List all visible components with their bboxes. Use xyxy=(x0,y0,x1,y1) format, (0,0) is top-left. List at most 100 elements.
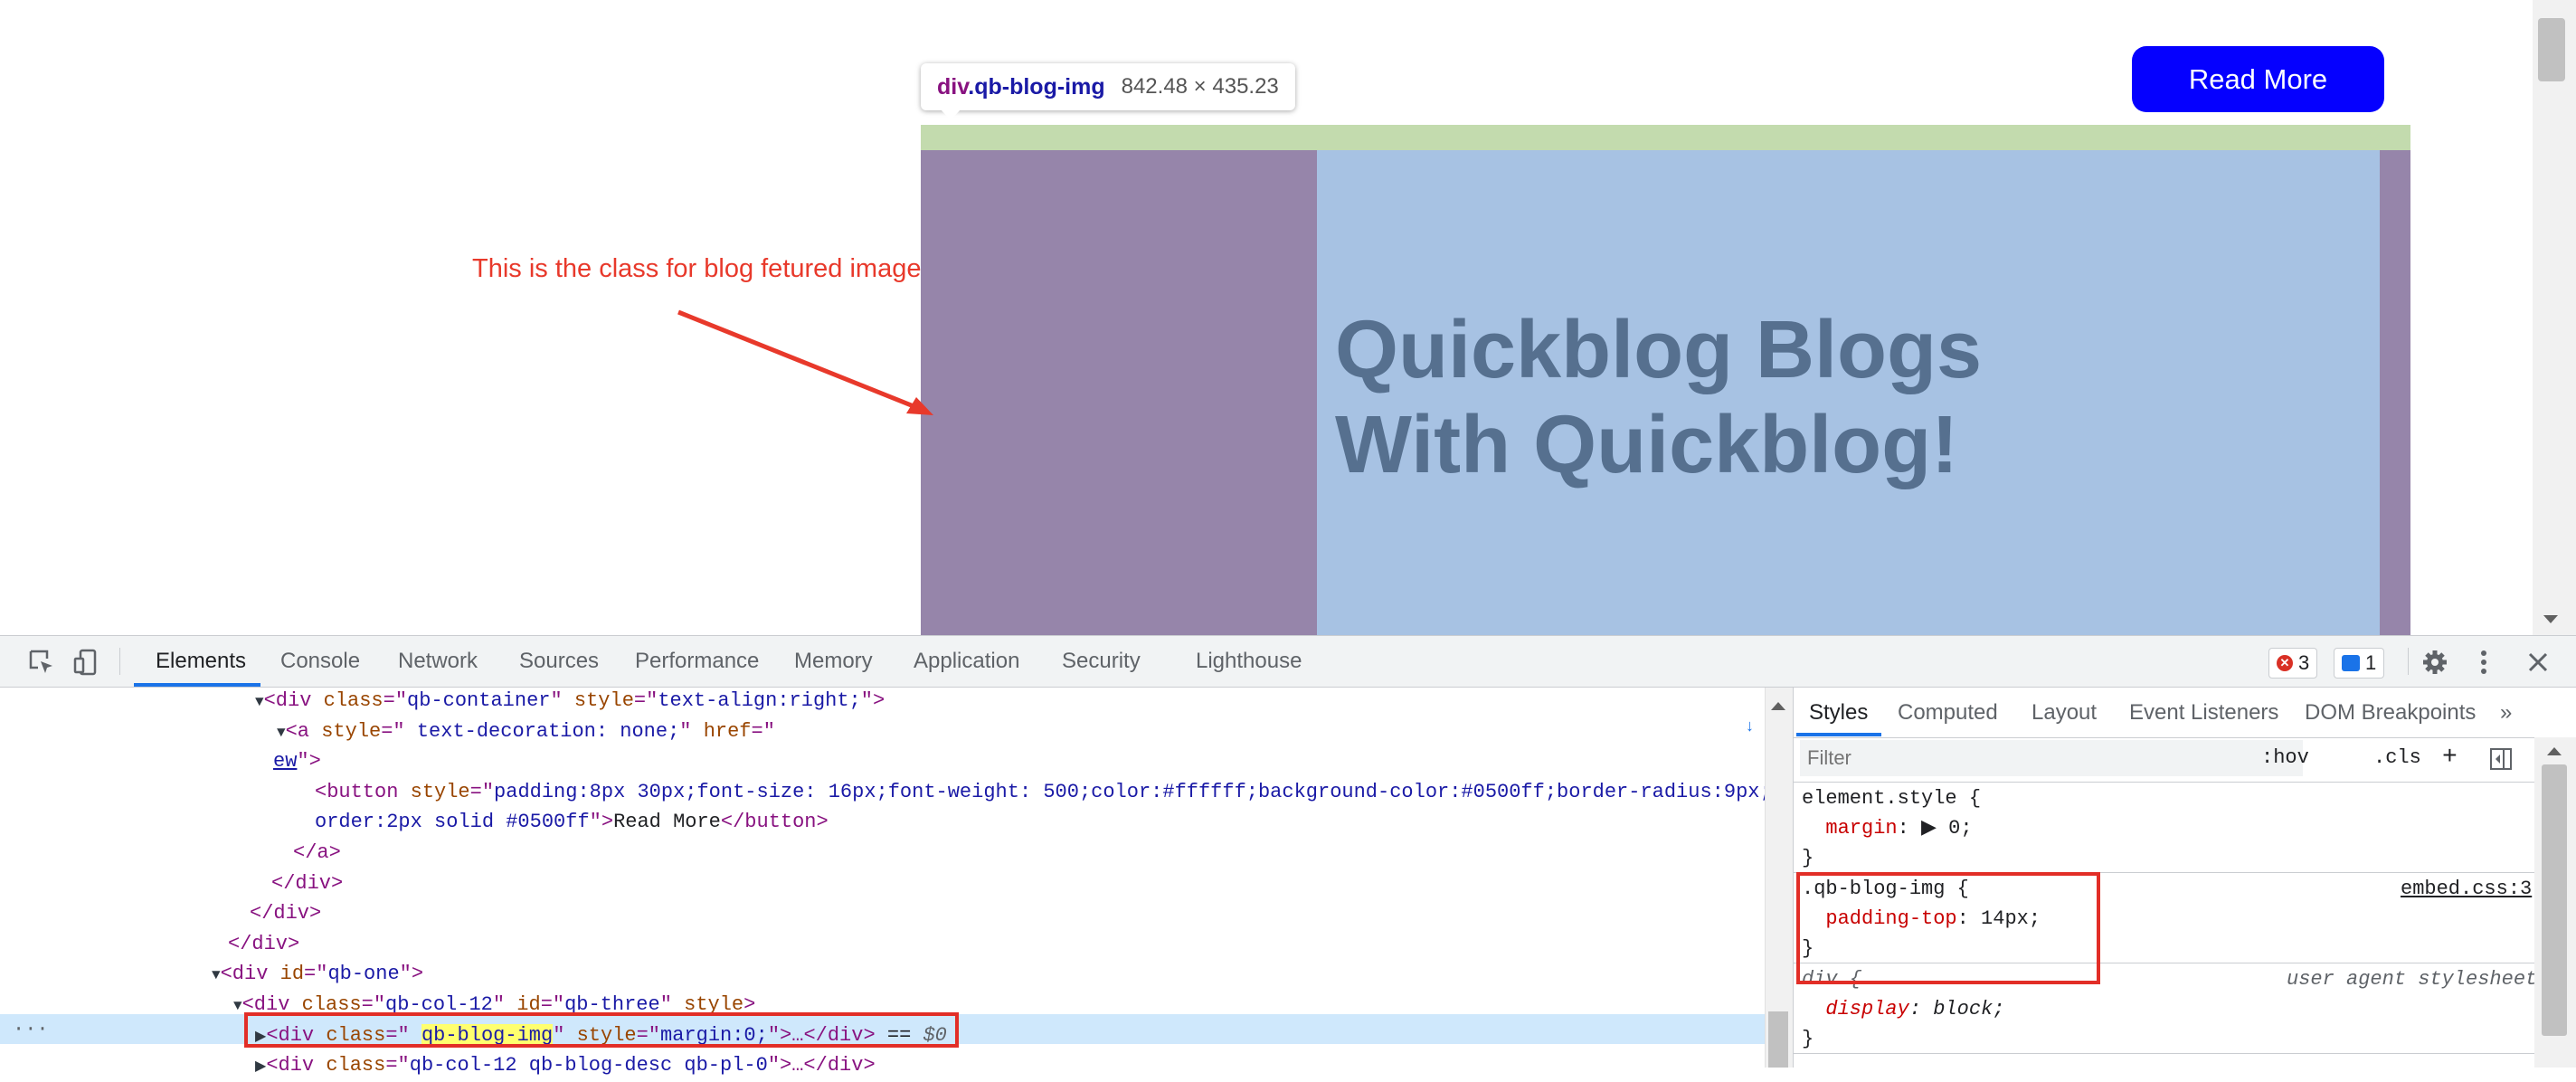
dom-token-tag: </div> xyxy=(271,871,344,895)
inspect-element-icon[interactable] xyxy=(27,648,56,677)
dom-token-tag: =" xyxy=(469,780,495,803)
expand-triangle-icon[interactable]: ▼ xyxy=(212,967,221,983)
dom-node-line[interactable]: ▼<div id="qb-one"> xyxy=(212,959,423,989)
highlight-box-css-rule xyxy=(1796,872,2100,984)
featured-image-headline: Quickblog Blogs With Quickblog! xyxy=(1335,305,1983,490)
dom-node-line[interactable]: <button style="padding:8px 30px;font-siz… xyxy=(315,777,1784,807)
dom-node-line[interactable]: ew"> xyxy=(273,746,321,776)
message-icon xyxy=(2342,655,2360,671)
tab-memory[interactable]: Memory xyxy=(794,636,873,687)
dom-token-tag: <a xyxy=(285,719,322,743)
dom-node-line[interactable]: ▶<div class="qb-col-12 qb-blog-desc qb-p… xyxy=(255,1050,876,1080)
subtab-computed[interactable]: Computed xyxy=(1898,688,1998,737)
tab-performance[interactable]: Performance xyxy=(635,636,759,687)
styles-filter-input[interactable] xyxy=(1800,740,2303,776)
subtab-styles[interactable]: Styles xyxy=(1809,688,1868,737)
page-scrollbar-thumb[interactable] xyxy=(2538,18,2565,81)
dom-node-line[interactable]: order:2px solid #0500ff">Read More</butt… xyxy=(315,807,829,837)
toolbar-separator xyxy=(2408,648,2409,675)
tab-lighthouse[interactable]: Lighthouse xyxy=(1196,636,1302,687)
div-value: : block; xyxy=(1908,998,2005,1020)
scroll-up-arrow-icon[interactable] xyxy=(1771,702,1785,710)
highlight-box-selected-node xyxy=(244,1012,959,1048)
dom-token-av: qb-container xyxy=(407,689,551,712)
tab-network[interactable]: Network xyxy=(398,636,478,687)
subtab-layout[interactable]: Layout xyxy=(2031,688,2097,737)
element-style-close: } xyxy=(1802,847,1814,869)
collapsed-triangle-icon[interactable]: ▶ xyxy=(255,1058,266,1075)
expand-triangle-icon[interactable]: ▼ xyxy=(233,998,242,1014)
close-devtools-icon[interactable] xyxy=(2524,648,2552,677)
expand-triangle-icon[interactable]: ▼ xyxy=(255,694,264,710)
scroll-up-arrow-icon[interactable] xyxy=(2547,747,2562,755)
more-subtabs-chevron-icon[interactable]: » xyxy=(2500,688,2512,737)
settings-gear-icon[interactable] xyxy=(2420,648,2449,677)
styles-scrollbar-thumb[interactable] xyxy=(2542,764,2567,1036)
toggle-sidebar-icon[interactable] xyxy=(2489,747,2513,771)
active-subtab-indicator xyxy=(1796,733,1881,736)
toolbar-separator xyxy=(119,648,120,675)
more-options-icon[interactable] xyxy=(2469,648,2498,677)
dom-node-line[interactable]: ▼<a style=" text-decoration: none;" href… xyxy=(277,717,775,746)
new-rule-plus-icon[interactable]: + xyxy=(2442,740,2458,776)
elements-scrollbar-thumb[interactable] xyxy=(1768,1011,1788,1068)
error-icon: ✕ xyxy=(2277,655,2293,671)
subtab-event-listeners[interactable]: Event Listeners xyxy=(2129,688,2278,737)
dom-token-tag: <div xyxy=(220,963,280,986)
element-margin-highlight-left xyxy=(921,150,1317,635)
class-toggle[interactable]: .cls xyxy=(2373,740,2421,776)
active-tab-indicator xyxy=(134,683,260,687)
dom-token-an: href xyxy=(703,719,752,743)
dom-token-an: style xyxy=(410,780,470,803)
div-declaration[interactable]: display: block; xyxy=(1802,994,2004,1024)
subtab-dom-breakpoints[interactable]: DOM Breakpoints xyxy=(2305,688,2476,737)
dom-node-line[interactable]: </div> xyxy=(250,898,321,928)
dom-token-tag: <div xyxy=(266,1054,327,1077)
dom-token-tag: <button xyxy=(315,780,411,803)
dom-token-tag: "> xyxy=(860,689,886,712)
dom-node-line[interactable]: </div> xyxy=(228,929,299,959)
node-actions-ellipsis[interactable]: ··· xyxy=(13,1014,49,1044)
element-style-declaration[interactable]: margin: ▶ 0; xyxy=(1802,813,1972,843)
rule-element-style[interactable]: element.style { xyxy=(1802,783,1981,813)
element-margin-highlight-right xyxy=(2380,150,2410,635)
read-more-button[interactable]: Read More xyxy=(2132,46,2384,112)
elements-scrollbar[interactable] xyxy=(1765,688,1793,1068)
dom-token-link: ew xyxy=(273,750,298,774)
embed-css-link[interactable]: embed.css:3 xyxy=(2401,878,2532,900)
tab-console[interactable]: Console xyxy=(280,636,360,687)
dom-node-line[interactable]: </div> xyxy=(271,868,343,898)
message-count-badge[interactable]: 1 xyxy=(2334,648,2385,679)
expand-triangle-icon[interactable]: ▼ xyxy=(277,725,286,741)
hover-state-toggle[interactable]: :hov xyxy=(2261,740,2309,776)
dom-token-av: qb-one xyxy=(327,963,400,986)
error-count-badge[interactable]: ✕ 3 xyxy=(2268,648,2318,679)
dom-token-av: order:2px solid #0500ff xyxy=(315,811,590,834)
tab-application[interactable]: Application xyxy=(914,636,1019,687)
dom-node-line[interactable]: ▼<div class="qb-container" style="text-a… xyxy=(255,686,885,716)
tooltip-dimensions: 842.48 × 435.23 xyxy=(1121,74,1279,99)
device-toolbar-icon[interactable] xyxy=(72,648,101,677)
page-scrollbar[interactable] xyxy=(2533,0,2576,635)
user-agent-stylesheet-label: user agent stylesheet xyxy=(2287,968,2538,991)
dom-token-an: id xyxy=(279,963,305,986)
dom-token-tag: <div xyxy=(263,689,324,712)
tab-sources[interactable]: Sources xyxy=(519,636,599,687)
dom-token-an: style xyxy=(573,689,634,712)
annotation-arrow-icon xyxy=(677,309,933,415)
rule-source-link[interactable]: embed.css:3 xyxy=(2401,874,2532,904)
tooltip-tag: div xyxy=(937,73,969,100)
tooltip-class: .qb-blog-img xyxy=(968,73,1105,100)
tab-elements[interactable]: Elements xyxy=(156,636,246,687)
dom-token-tag: =" xyxy=(751,719,775,743)
dom-node-line[interactable]: </a> xyxy=(293,838,341,868)
rule-source-ua: user agent stylesheet xyxy=(2287,964,2537,994)
dom-token-an: class xyxy=(326,1054,386,1077)
dom-token-tag: =" xyxy=(383,689,408,712)
dom-token-an: style xyxy=(321,719,382,743)
element-style-selector: element.style { xyxy=(1802,787,1982,810)
tab-security[interactable]: Security xyxy=(1062,636,1141,687)
scroll-down-arrow-icon[interactable] xyxy=(2543,615,2558,623)
dom-token-tag: " xyxy=(550,689,574,712)
dom-token-av: qb-col-12 qb-blog-desc qb-pl-0 xyxy=(409,1054,768,1077)
